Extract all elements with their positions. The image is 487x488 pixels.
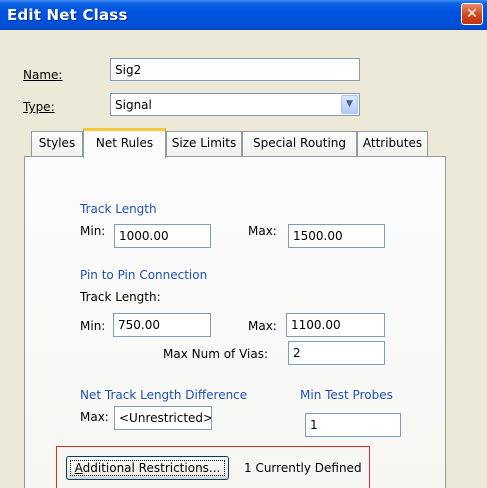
length-difference-heading: Net Track Length Difference	[80, 388, 248, 402]
pin-to-pin-heading: Pin to Pin Connection	[80, 268, 208, 282]
max-vias-label: Max Num of Vias:	[163, 347, 269, 361]
additional-restrictions-button[interactable]: Additional Restrictions...	[66, 456, 229, 480]
focus-rectangle	[70, 460, 225, 476]
restrictions-status: 1 Currently Defined	[244, 461, 362, 475]
pin-to-pin-max-label: Max:	[248, 319, 277, 333]
track-length-min-label: Min:	[80, 224, 106, 238]
pin-to-pin-max-input[interactable]: 1100.00	[286, 313, 385, 337]
pin-to-pin-min-input[interactable]: 750.00	[113, 313, 211, 337]
min-test-probes-heading: Min Test Probes	[300, 388, 393, 402]
max-vias-input[interactable]: 2	[288, 341, 385, 365]
edit-net-class-dialog: Edit Net Class ✕ Name: Sig2 Type: Signal…	[0, 0, 487, 488]
track-length-max-label: Max:	[248, 224, 277, 238]
track-length-max-input[interactable]: 1500.00	[288, 224, 385, 248]
min-test-probes-input[interactable]: 1	[305, 413, 401, 437]
length-difference-max-label: Max:	[80, 410, 109, 424]
length-difference-max-input[interactable]: <Unrestricted>	[114, 406, 212, 430]
net-rules-content: Track Length Min: 1000.00 Max: 1500.00 P…	[0, 0, 487, 488]
pin-to-pin-min-label: Min:	[80, 319, 106, 333]
pin-to-pin-track-length-label: Track Length:	[80, 290, 161, 304]
track-length-min-input[interactable]: 1000.00	[114, 224, 211, 248]
track-length-heading: Track Length	[80, 202, 157, 216]
